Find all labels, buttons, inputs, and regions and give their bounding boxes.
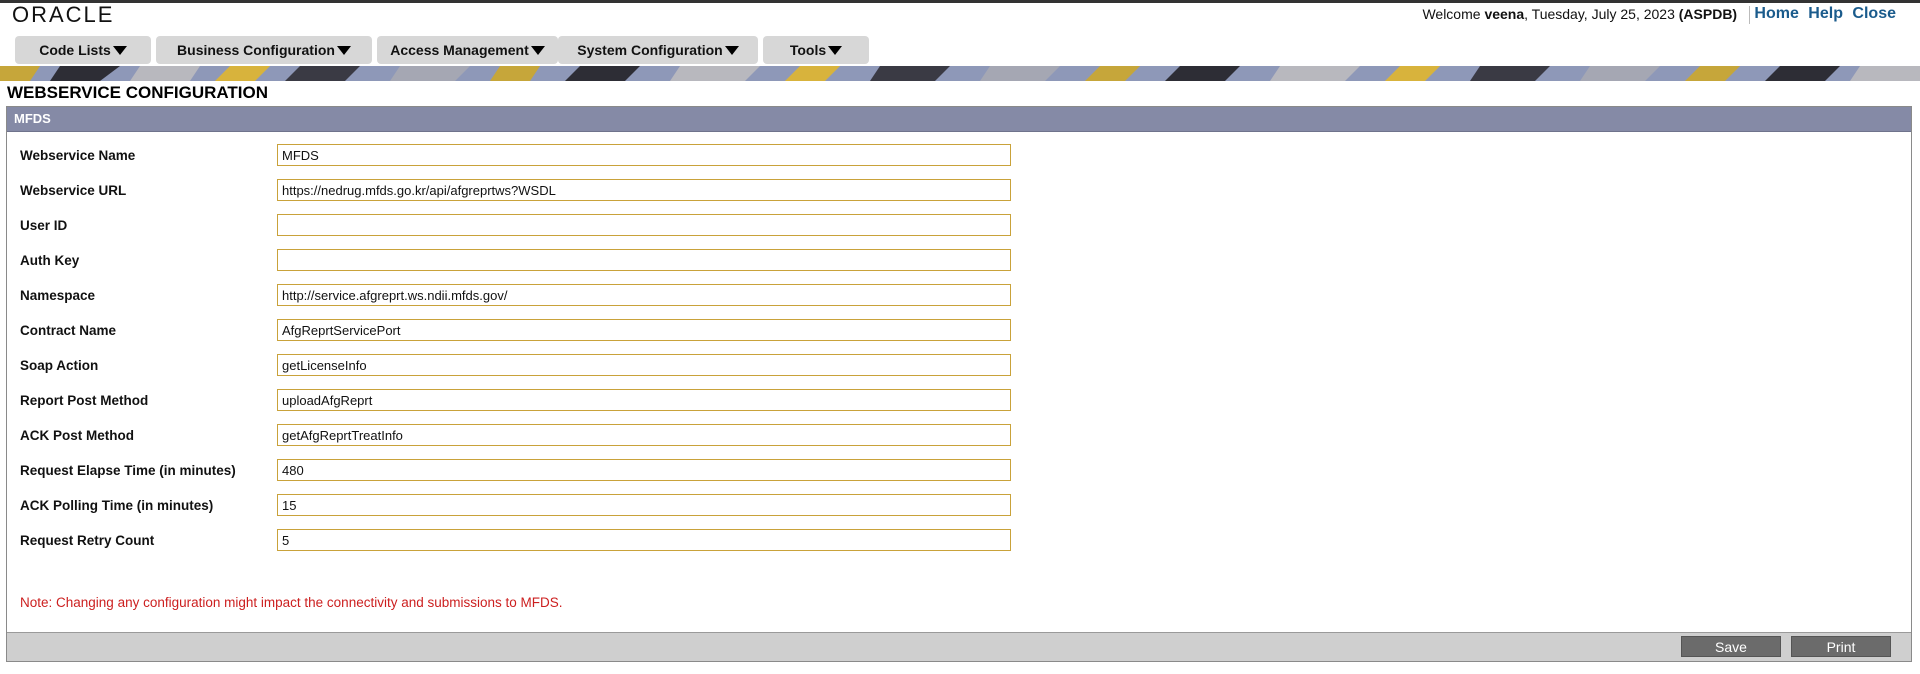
field-report-post-method: Report Post Method [20, 389, 1020, 413]
welcome-prefix: Welcome [1422, 6, 1481, 22]
ack-post-method-input[interactable] [277, 424, 1011, 446]
field-ack-polling-time: ACK Polling Time (in minutes) [20, 494, 1020, 518]
top-border [0, 0, 1920, 3]
user-id-input[interactable] [277, 214, 1011, 236]
field-label: Auth Key [20, 253, 80, 268]
field-user-id: User ID [20, 214, 1020, 238]
welcome-text: Welcome veena, Tuesday, July 25, 2023 (A… [1422, 6, 1756, 25]
field-label: Soap Action [20, 358, 99, 373]
field-namespace: Namespace [20, 284, 1020, 308]
dropdown-arrow-icon [336, 45, 351, 55]
user-name: veena [1484, 6, 1525, 22]
menu-label: Business Configuration [177, 42, 335, 58]
field-label: Namespace [20, 288, 96, 303]
field-label: ACK Polling Time (in minutes) [20, 498, 214, 513]
field-label: User ID [20, 218, 68, 233]
field-label: Webservice URL [20, 183, 127, 198]
warning-note: Note: Changing any configuration might i… [20, 595, 563, 610]
ack-polling-time-input[interactable] [277, 494, 1011, 516]
field-label: Request Elapse Time (in minutes) [20, 463, 236, 478]
field-ack-post-method: ACK Post Method [20, 424, 1020, 448]
decorative-banner [0, 66, 1920, 81]
current-date: , Tuesday, July 25, 2023 [1524, 6, 1675, 22]
config-panel: MFDS Webservice Name Webservice URL User… [6, 106, 1912, 662]
dropdown-arrow-icon [724, 45, 739, 55]
request-elapse-time-input[interactable] [277, 459, 1011, 481]
oracle-logo: ORACLE [12, 2, 115, 27]
namespace-input[interactable] [277, 284, 1011, 306]
dropdown-arrow-icon [828, 45, 843, 55]
save-button[interactable]: Save [1681, 636, 1781, 657]
page-title: WEBSERVICE CONFIGURATION [7, 83, 268, 102]
report-post-method-input[interactable] [277, 389, 1011, 411]
field-webservice-name: Webservice Name [20, 144, 1020, 168]
home-link[interactable]: Home [1754, 5, 1798, 22]
database-name: (ASPDB) [1678, 6, 1738, 22]
top-links: Home Help Close [1749, 5, 1896, 23]
print-button[interactable]: Print [1791, 636, 1891, 657]
soap-action-input[interactable] [277, 354, 1011, 376]
help-link[interactable]: Help [1808, 5, 1843, 22]
field-contract-name: Contract Name [20, 319, 1020, 343]
dropdown-arrow-icon [530, 45, 545, 55]
banner-pattern [0, 66, 1920, 81]
auth-key-input[interactable] [277, 249, 1011, 271]
field-auth-key: Auth Key [20, 249, 1020, 273]
menu-business-configuration[interactable]: Business Configuration [156, 36, 372, 64]
menu-access-management[interactable]: Access Management [377, 36, 558, 64]
field-request-elapse-time: Request Elapse Time (in minutes) [20, 459, 1020, 483]
request-retry-count-input[interactable] [277, 529, 1011, 551]
field-label: ACK Post Method [20, 428, 134, 443]
dropdown-arrow-icon [112, 45, 127, 55]
menu-tools[interactable]: Tools [763, 36, 869, 64]
field-label: Contract Name [20, 323, 117, 338]
contract-name-input[interactable] [277, 319, 1011, 341]
field-label: Webservice Name [20, 148, 136, 163]
menu-system-configuration[interactable]: System Configuration [558, 36, 758, 64]
menu-code-lists[interactable]: Code Lists [15, 36, 151, 64]
webservice-name-input[interactable] [277, 144, 1011, 166]
field-label: Report Post Method [20, 393, 149, 408]
field-label: Request Retry Count [20, 533, 155, 548]
menu-label: Tools [789, 42, 827, 58]
webservice-url-input[interactable] [277, 179, 1011, 201]
menu-label: Access Management [390, 42, 529, 58]
menu-label: System Configuration [577, 42, 723, 58]
close-link[interactable]: Close [1852, 5, 1896, 22]
field-soap-action: Soap Action [20, 354, 1020, 378]
field-webservice-url: Webservice URL [20, 179, 1020, 203]
action-bar: Save Print [7, 632, 1911, 661]
menu-label: Code Lists [39, 42, 111, 58]
field-request-retry-count: Request Retry Count [20, 529, 1020, 553]
section-header: MFDS [7, 107, 1911, 132]
